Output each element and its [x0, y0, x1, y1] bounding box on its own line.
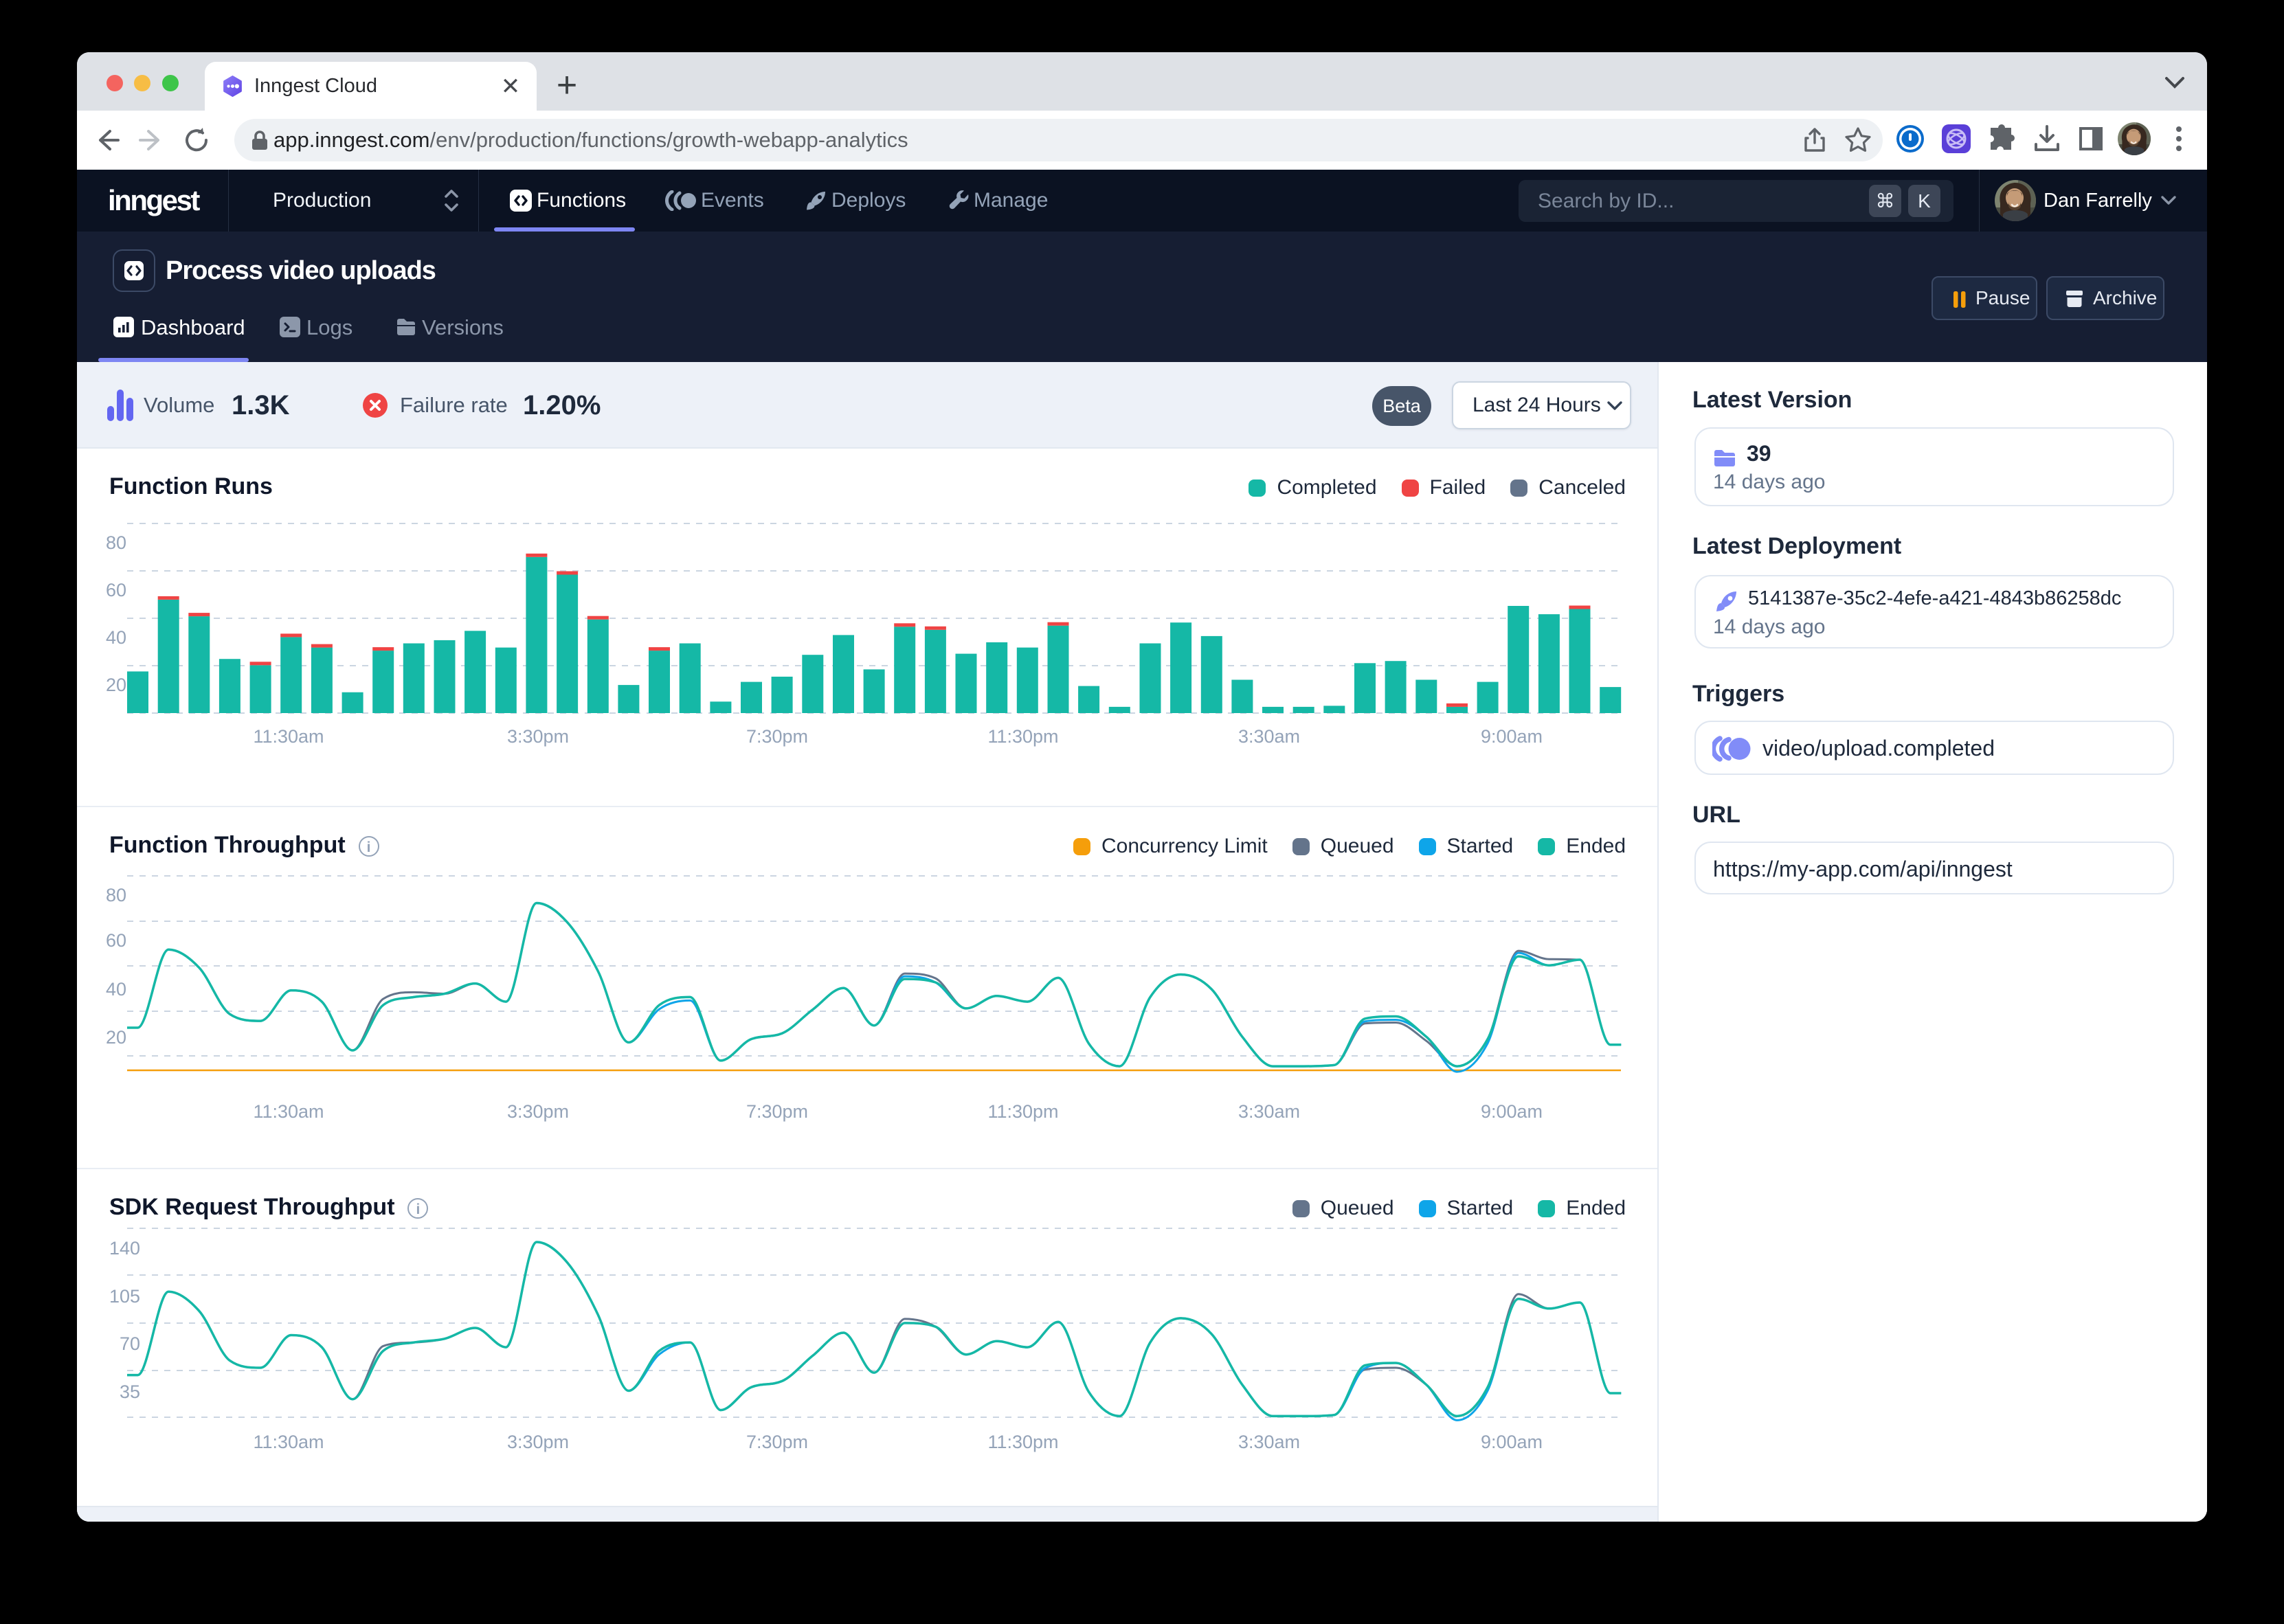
- svg-text:3:30pm: 3:30pm: [507, 726, 569, 747]
- svg-text:35: 35: [120, 1381, 140, 1402]
- svg-text:3:30pm: 3:30pm: [507, 1432, 569, 1452]
- svg-text:7:30pm: 7:30pm: [746, 1432, 808, 1452]
- svg-text:11:30am: 11:30am: [253, 1432, 324, 1452]
- svg-text:11:30pm: 11:30pm: [987, 1432, 1058, 1452]
- svg-text:11:30am: 11:30am: [253, 726, 324, 747]
- svg-text:20: 20: [106, 1027, 126, 1048]
- svg-text:3:30am: 3:30am: [1238, 726, 1300, 747]
- svg-text:40: 40: [106, 627, 126, 648]
- svg-text:9:00am: 9:00am: [1481, 1101, 1543, 1122]
- svg-text:20: 20: [106, 675, 126, 695]
- svg-text:11:30pm: 11:30pm: [987, 1101, 1058, 1122]
- svg-text:11:30am: 11:30am: [253, 1101, 324, 1122]
- svg-text:3:30am: 3:30am: [1238, 1432, 1300, 1452]
- svg-text:80: 80: [106, 532, 126, 553]
- svg-text:3:30pm: 3:30pm: [507, 1101, 569, 1122]
- svg-text:140: 140: [109, 1238, 140, 1259]
- svg-text:105: 105: [109, 1286, 140, 1307]
- svg-text:7:30pm: 7:30pm: [746, 1101, 808, 1122]
- svg-text:7:30pm: 7:30pm: [746, 726, 808, 747]
- svg-text:60: 60: [106, 580, 126, 600]
- svg-text:9:00am: 9:00am: [1481, 1432, 1543, 1452]
- svg-text:70: 70: [120, 1333, 140, 1354]
- svg-text:3:30am: 3:30am: [1238, 1101, 1300, 1122]
- svg-text:9:00am: 9:00am: [1481, 726, 1543, 747]
- svg-text:80: 80: [106, 885, 126, 905]
- svg-text:60: 60: [106, 930, 126, 951]
- svg-text:11:30pm: 11:30pm: [987, 726, 1058, 747]
- svg-text:40: 40: [106, 979, 126, 1000]
